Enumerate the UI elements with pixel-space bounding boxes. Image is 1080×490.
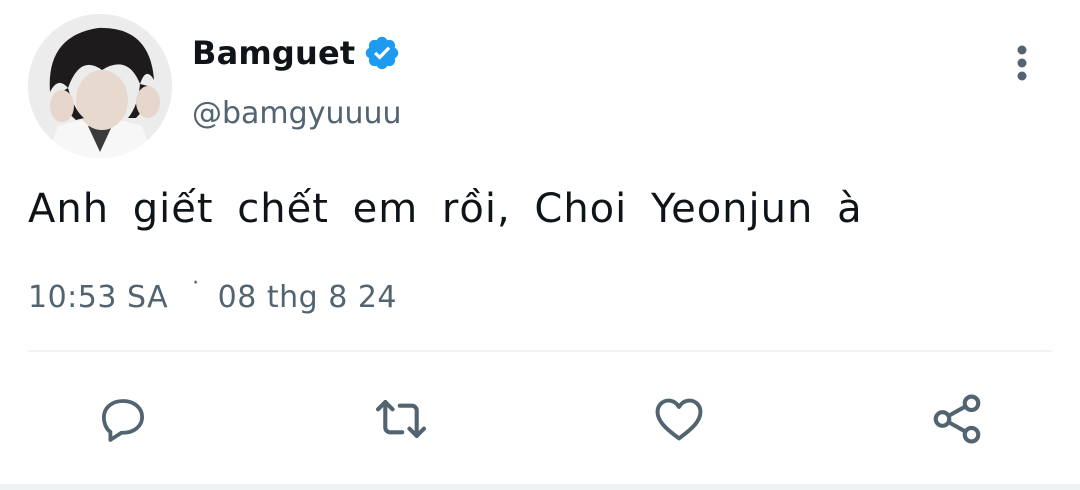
divider xyxy=(28,350,1052,352)
avatar[interactable] xyxy=(28,14,172,158)
more-options-button[interactable] xyxy=(1000,38,1044,88)
retweet-button[interactable] xyxy=(370,388,432,450)
share-button[interactable] xyxy=(926,388,988,450)
reply-button[interactable] xyxy=(92,388,154,450)
tweet-card: Bamguet @bamgyuuuu Anh giết chết em rồi,… xyxy=(0,0,1080,490)
display-name[interactable]: Bamguet xyxy=(192,34,355,72)
tweet-date[interactable]: 08 thg 8 24 xyxy=(218,280,397,315)
bottom-border xyxy=(0,484,1080,490)
retweet-icon xyxy=(375,400,427,438)
like-button[interactable] xyxy=(648,388,710,450)
more-vertical-icon xyxy=(1017,45,1027,81)
tweet-meta: 10:53 SA · 08 thg 8 24 xyxy=(28,271,397,315)
heart-icon xyxy=(655,398,703,441)
verified-badge-icon xyxy=(363,34,401,72)
share-icon xyxy=(933,394,981,444)
meta-separator: · xyxy=(192,271,200,296)
user-handle[interactable]: @bamgyuuuu xyxy=(192,96,402,131)
tweet-text: Anh giết chết em rồi, Choi Yeonjun à xyxy=(28,186,863,232)
tweet-time[interactable]: 10:53 SA xyxy=(28,280,168,315)
action-bar xyxy=(0,388,1080,450)
reply-icon xyxy=(101,399,145,442)
display-name-row: Bamguet xyxy=(192,30,401,76)
